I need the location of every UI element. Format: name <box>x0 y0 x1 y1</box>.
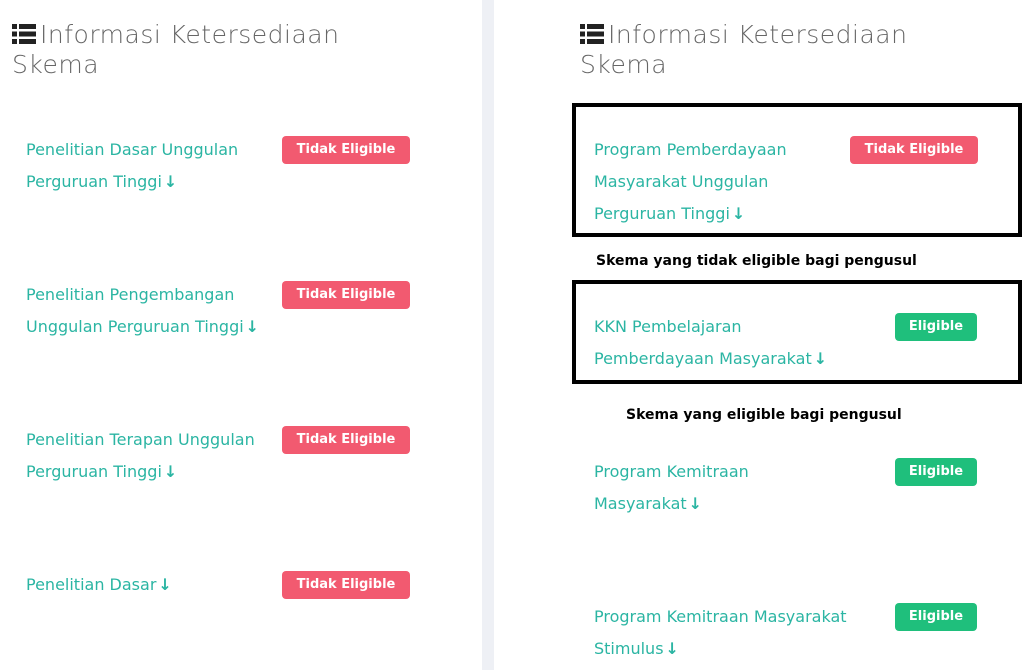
arrow-down-icon: ↓ <box>731 204 746 223</box>
arrow-down-icon: ↓ <box>688 494 703 513</box>
scheme-link[interactable]: Penelitian Pengembangan Unggulan Perguru… <box>26 279 259 343</box>
scheme-link[interactable]: Program Kemitraan Masyarakat Stimulus ↓ <box>594 601 847 665</box>
arrow-down-icon: ↓ <box>813 349 828 368</box>
panel-title-line1: Informasi Ketersediaan <box>40 20 340 49</box>
scheme-link[interactable]: Program Kemitraan Masyarakat ↓ <box>594 456 749 520</box>
arrow-down-icon: ↓ <box>158 575 172 594</box>
status-badge: Eligible <box>895 313 977 341</box>
annotation-not-eligible: Skema yang tidak eligible bagi pengusul <box>596 253 917 269</box>
arrow-down-icon: ↓ <box>163 462 178 481</box>
list-icon <box>580 24 604 44</box>
status-badge: Tidak Eligible <box>282 281 410 309</box>
panel-title: Informasi Ketersediaan Skema <box>580 20 907 80</box>
arrow-down-icon: ↓ <box>245 317 260 336</box>
list-icon <box>12 24 36 44</box>
panel-title-line2: Skema <box>580 50 668 79</box>
scheme-link[interactable]: Program Pemberdayaan Masyarakat Unggulan… <box>594 134 787 230</box>
panel-title: Informasi Ketersediaan Skema <box>12 20 339 80</box>
status-badge: Eligible <box>895 458 977 486</box>
right-panel: Informasi Ketersediaan Skema Program Pem… <box>494 0 1022 670</box>
status-badge: Tidak Eligible <box>282 426 410 454</box>
annotation-eligible: Skema yang eligible bagi pengusul <box>626 407 902 423</box>
arrow-down-icon: ↓ <box>665 639 679 658</box>
status-badge: Tidak Eligible <box>850 136 978 164</box>
scheme-link[interactable]: Penelitian Dasar ↓ <box>26 569 172 601</box>
panel-divider <box>482 0 494 670</box>
status-badge: Eligible <box>895 603 977 631</box>
left-panel: Informasi Ketersediaan Skema Penelitian … <box>0 0 482 670</box>
status-badge: Tidak Eligible <box>282 571 410 599</box>
panel-title-line1: Informasi Ketersediaan <box>608 20 908 49</box>
arrow-down-icon: ↓ <box>163 172 178 191</box>
scheme-link[interactable]: KKN Pembelajaran Pemberdayaan Masyarakat… <box>594 311 827 375</box>
status-badge: Tidak Eligible <box>282 136 410 164</box>
scheme-link[interactable]: Penelitian Terapan Unggulan Perguruan Ti… <box>26 424 255 488</box>
scheme-link[interactable]: Penelitian Dasar Unggulan Perguruan Ting… <box>26 134 238 198</box>
panel-title-line2: Skema <box>12 50 100 79</box>
